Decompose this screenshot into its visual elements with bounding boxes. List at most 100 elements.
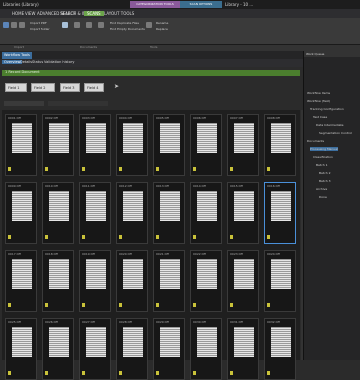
thumbnail-card[interactable]: 0017.tiff [5,250,37,312]
sub-tabs: Overview Details Status Validation histo… [0,59,303,67]
thumbnail-card[interactable]: 0027.tiff [79,318,111,380]
rename-button[interactable]: Rename [156,21,168,25]
thumbnail-card[interactable]: 0008.tiff [264,114,296,176]
thumbnail-name: 0024.tiff [267,252,280,256]
status-badge [82,371,85,375]
tab-scans[interactable]: SCANS [84,11,104,16]
document-thumbnail [49,259,69,289]
document-icon[interactable] [62,22,68,28]
page-size-control[interactable] [4,101,44,106]
tree-item[interactable]: Documents [307,139,324,143]
rename-icon[interactable] [98,22,104,28]
thumbnail-card[interactable]: 0009.tiff [5,182,37,244]
import-pdf-button[interactable]: Import PDF [30,21,47,25]
thumbnail-card[interactable]: 0019.tiff [79,250,111,312]
filter-chip-1[interactable]: Field 1 [5,83,27,92]
tree-item[interactable]: Batch 2 [319,171,331,175]
find-duplicates-button[interactable]: Find Duplicate Files [110,21,139,25]
tab-details[interactable]: Details [20,60,32,64]
thumbnail-name: 0017.tiff [8,252,21,256]
tab-status[interactable]: Status [32,60,43,64]
cut-icon[interactable] [19,22,25,28]
thumbnail-card[interactable]: 0026.tiff [42,318,74,380]
tree-item[interactable]: Tracking Configuration [310,107,344,111]
tab-home[interactable]: HOME [12,11,24,16]
tab-layout-tools[interactable]: LAYOUT TOOLS [104,11,134,16]
context-tab-categorization[interactable]: CATEGORIZATION TOOLS [130,1,180,8]
tree-item[interactable]: Batch 1 [316,163,328,167]
tree-item[interactable]: Workflow items [307,91,330,95]
thumbnail-card[interactable]: 0006.tiff [190,114,222,176]
thumbnail-name: 0021.tiff [156,252,169,256]
tree-item[interactable]: Archive [316,187,327,191]
find-empty-button[interactable]: Find Empty Documents [110,27,145,31]
find-icon[interactable] [74,22,80,28]
import-icon[interactable] [3,22,9,28]
filter-chip-4[interactable]: Field 4 [84,83,104,92]
copy-icon[interactable] [11,22,17,28]
thumbnail-card[interactable]: 0029.tiff [153,318,185,380]
document-thumbnail [86,123,106,153]
tree-item[interactable]: Classification [313,155,333,159]
thumbnail-card[interactable]: 0028.tiff [116,318,148,380]
tree-item[interactable]: Batch 3 [319,179,331,183]
document-thumbnail [160,259,180,289]
document-thumbnail [86,327,106,357]
thumbnail-card[interactable]: 0010.tiff [42,182,74,244]
thumbnail-card[interactable]: 0012.tiff [116,182,148,244]
tree-item[interactable]: Done [319,195,327,199]
thumbnail-card[interactable]: 0032.tiff [264,318,296,380]
replace-button[interactable]: Replace [156,27,168,31]
document-thumbnail [271,123,291,153]
thumbnail-name: 0007.tiff [230,116,243,120]
tab-validation-history[interactable]: Validation history [44,60,74,64]
replace-icon[interactable] [146,22,152,28]
tree-item[interactable]: Data Intermediate [316,123,343,127]
thumbnail-card[interactable]: 0022.tiff [190,250,222,312]
tab-view[interactable]: VIEW [25,11,35,16]
doc-tab-workflow[interactable]: Workflow Tools [2,52,32,59]
document-thumbnail [197,123,217,153]
thumbnail-card[interactable]: 0013.tiff [153,182,185,244]
thumbnail-name: 0004.tiff [119,116,132,120]
thumbnail-name: 0020.tiff [119,252,132,256]
thumbnail-card[interactable]: 0016.tiff [264,182,296,244]
thumbnail-card[interactable]: 0004.tiff [116,114,148,176]
thumbnail-card[interactable]: 0015.tiff [227,182,259,244]
thumbnail-card[interactable]: 0001.tiff [5,114,37,176]
thumbnail-card[interactable]: 0020.tiff [116,250,148,312]
thumbnail-card[interactable]: 0003.tiff [79,114,111,176]
thumbnail-card[interactable]: 0014.tiff [190,182,222,244]
tree-item[interactable]: Segmentation Control [319,131,352,135]
thumbnail-name: 0019.tiff [82,252,95,256]
thumbnail-card[interactable]: 0007.tiff [227,114,259,176]
empty-doc-icon[interactable] [86,22,92,28]
thumbnail-card[interactable]: 0031.tiff [227,318,259,380]
thumbnail-card[interactable]: 0018.tiff [42,250,74,312]
status-badge [267,235,270,239]
sort-controls[interactable] [48,101,108,106]
thumbnail-card[interactable]: 0025.tiff [5,318,37,380]
thumbnail-name: 0008.tiff [267,116,280,120]
thumbnail-name: 0001.tiff [8,116,21,120]
filter-chip-3[interactable]: Field 3 [60,83,80,92]
filter-chip-2[interactable]: Field 2 [31,83,55,92]
thumbnail-card[interactable]: 0002.tiff [42,114,74,176]
tree-item[interactable]: Workflow (Test) [307,99,330,103]
thumbnail-card[interactable]: 0024.tiff [264,250,296,312]
tree-item[interactable]: Test Case [313,115,327,119]
thumbnail-card[interactable]: 0005.tiff [153,114,185,176]
thumbnail-name: 0006.tiff [193,116,206,120]
import-folder-button[interactable]: Import folder [30,27,50,31]
document-thumbnail [49,327,69,357]
thumbnail-name: 0025.tiff [8,320,21,324]
thumbnail-card[interactable]: 0011.tiff [79,182,111,244]
record-bar: 1 Record Document [2,70,300,76]
context-tab-scan-options[interactable]: SCAN OPTIONS [180,1,222,8]
thumbnail-card[interactable]: 0023.tiff [227,250,259,312]
thumbnail-card[interactable]: 0030.tiff [190,318,222,380]
thumbnail-card[interactable]: 0021.tiff [153,250,185,312]
status-badge [267,167,270,171]
tree-item[interactable]: Processing Manual [310,147,338,151]
group-label-import: Import [14,45,24,49]
